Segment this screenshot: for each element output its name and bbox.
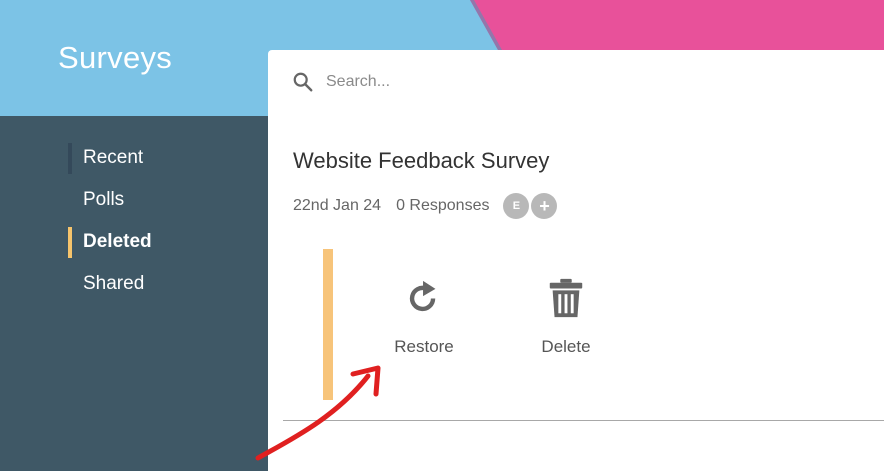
- sidebar-nav: Recent Polls Deleted Shared: [68, 141, 152, 309]
- search-icon[interactable]: [292, 71, 314, 93]
- delete-button[interactable]: Delete: [531, 277, 601, 357]
- avatar[interactable]: E: [503, 193, 530, 219]
- app-title: Surveys: [58, 40, 173, 75]
- delete-label: Delete: [541, 337, 591, 356]
- survey-title[interactable]: Website Feedback Survey: [293, 148, 549, 174]
- add-collaborator-button[interactable]: +: [531, 193, 558, 219]
- survey-date: 22nd Jan 24: [293, 197, 382, 214]
- sidebar-item-recent[interactable]: Recent: [68, 141, 152, 183]
- trash-icon: [549, 278, 583, 318]
- search-bar: [292, 70, 728, 94]
- survey-responses: 0 Responses: [396, 197, 490, 214]
- collaborator-avatars: E +: [503, 193, 558, 219]
- annotation-arrow: [255, 365, 381, 461]
- sidebar-item-label: Shared: [83, 273, 145, 294]
- survey-meta: 22nd Jan 24 0 Responses E +: [293, 193, 558, 219]
- decorative-pink-band: [470, 0, 884, 50]
- sidebar-item-label: Polls: [83, 189, 125, 210]
- restore-button[interactable]: Restore: [389, 277, 459, 357]
- search-input[interactable]: [324, 72, 728, 92]
- restore-icon: [409, 280, 436, 312]
- restore-label: Restore: [394, 337, 454, 356]
- sidebar-item-polls[interactable]: Polls: [68, 183, 152, 225]
- sidebar-item-label: Deleted: [83, 231, 152, 252]
- sidebar-item-shared[interactable]: Shared: [68, 267, 152, 309]
- sidebar-item-deleted[interactable]: Deleted: [68, 225, 152, 267]
- sidebar-item-label: Recent: [83, 147, 144, 168]
